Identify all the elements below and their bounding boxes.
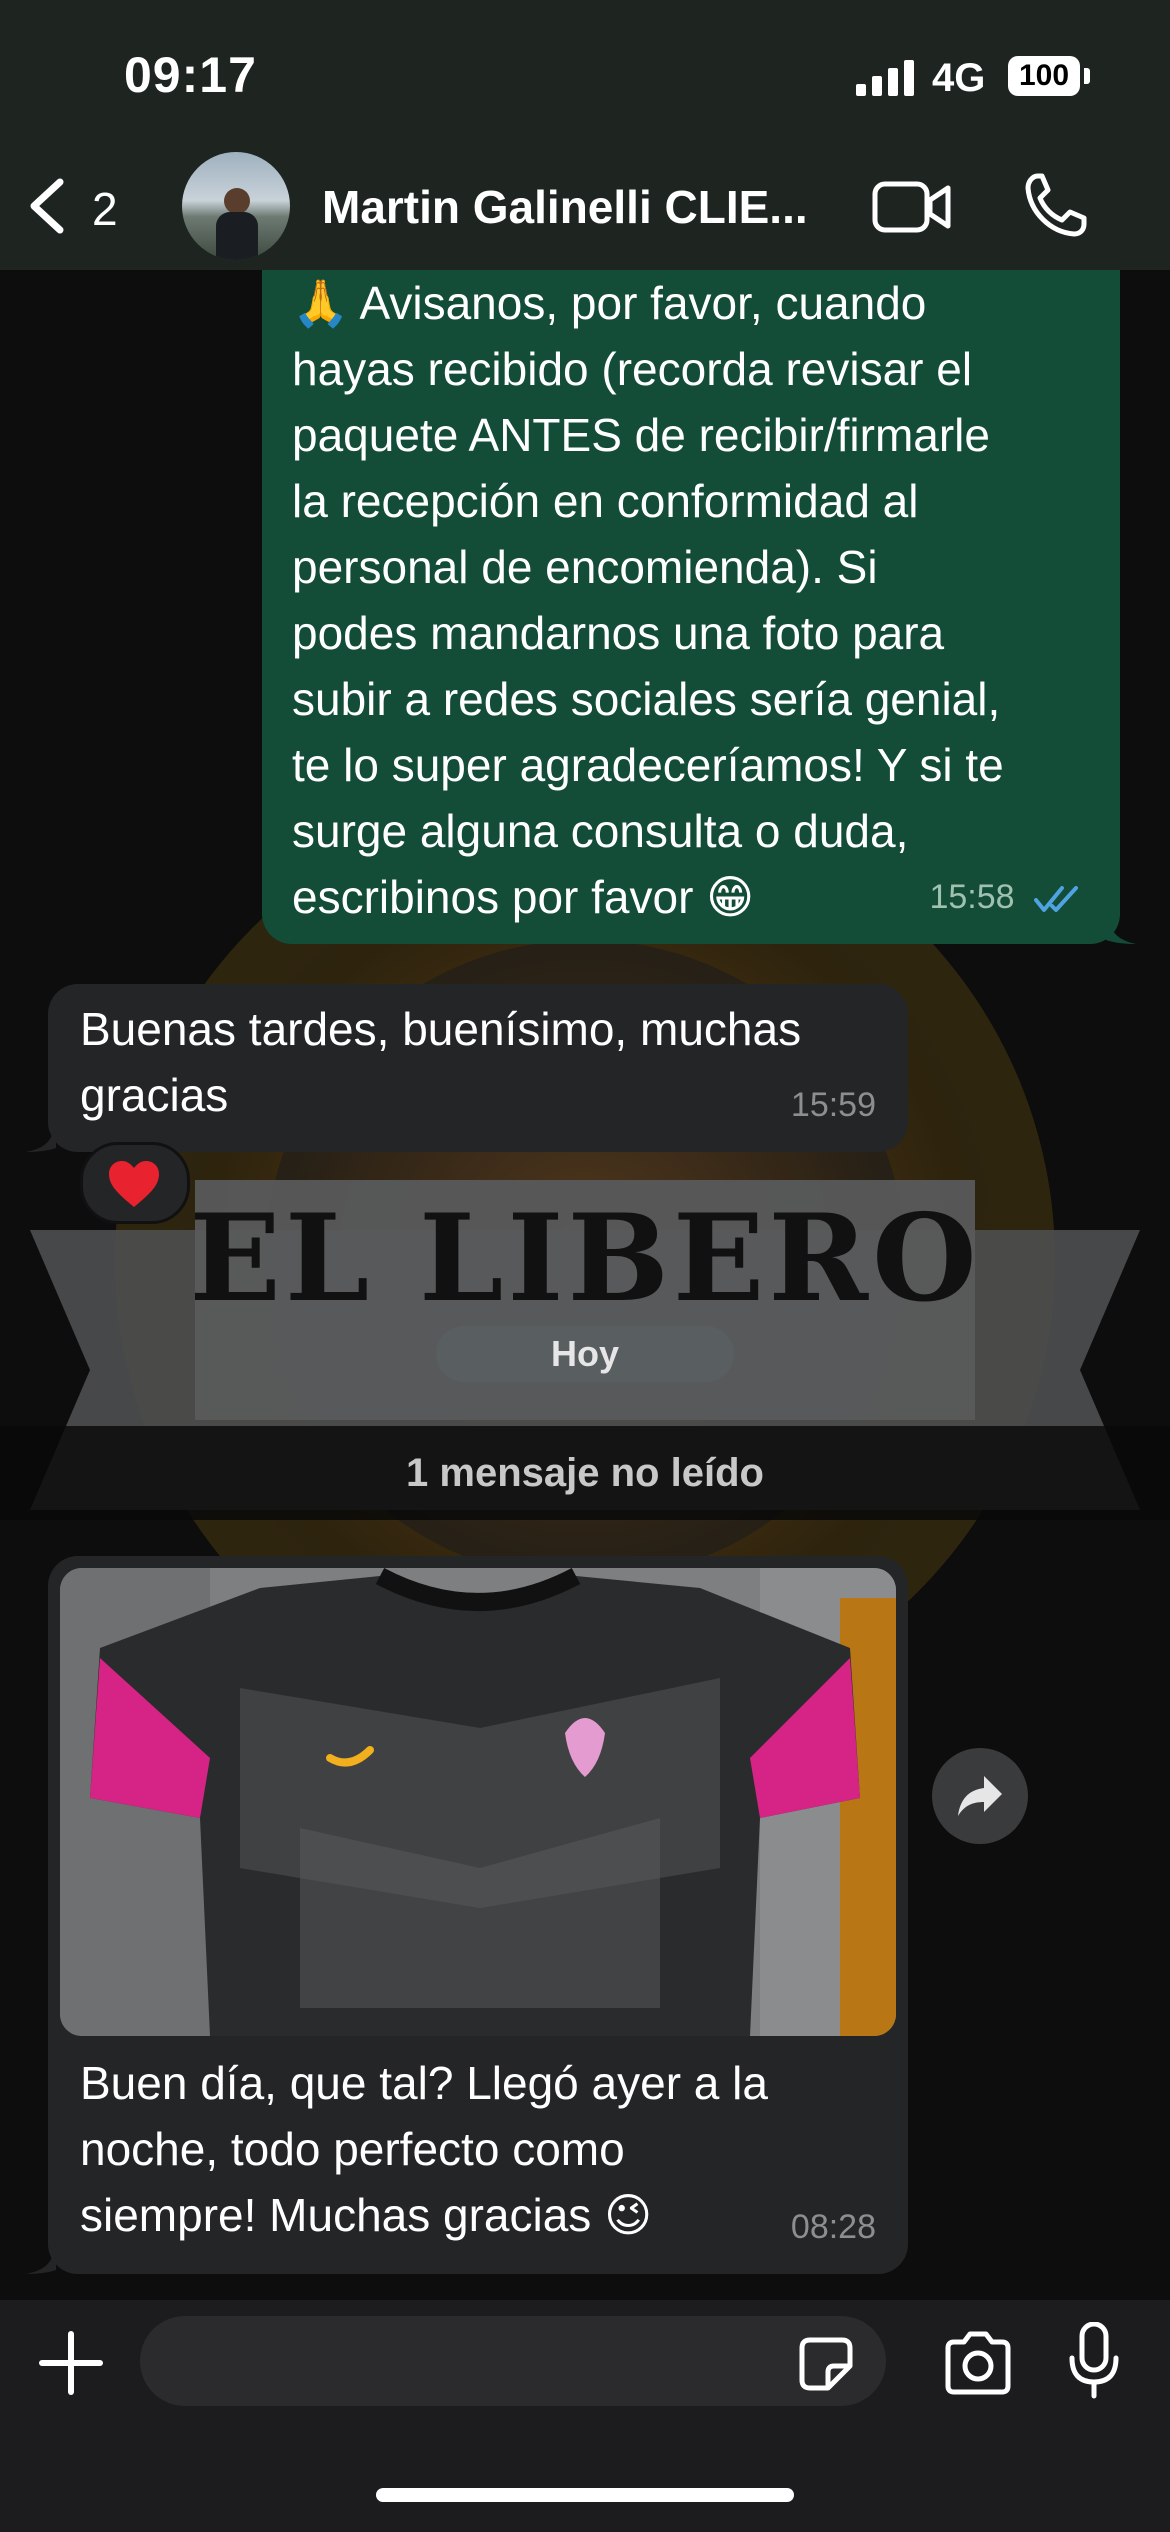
battery-tip — [1084, 68, 1090, 84]
camera-icon[interactable] — [942, 2330, 1014, 2396]
contact-avatar[interactable] — [182, 152, 290, 260]
back-chevron-icon[interactable] — [22, 176, 72, 236]
outgoing-bubble-tail — [1106, 900, 1136, 944]
phone-call-icon[interactable] — [1024, 172, 1088, 238]
incoming-photo-message[interactable]: Buen día, que tal? Llegó ayer a la noche… — [48, 1556, 908, 2274]
message-time: 08:28 — [790, 2208, 876, 2246]
incoming-bubble-tail — [26, 1112, 56, 1152]
home-indicator[interactable] — [376, 2488, 794, 2502]
network-type: 4G — [932, 56, 986, 100]
message-input[interactable] — [140, 2316, 886, 2406]
day-separator: Hoy — [436, 1326, 734, 1382]
status-time: 09:17 — [124, 47, 257, 103]
video-call-icon[interactable] — [872, 178, 952, 236]
incoming-message[interactable]: Buenas tardes, buenísimo, muchas gracias… — [48, 984, 908, 1152]
jersey-photo[interactable] — [60, 1568, 896, 2036]
message-meta: 15:58 — [929, 864, 1082, 930]
incoming-bubble-tail — [26, 2234, 56, 2274]
battery-indicator: 100 — [1008, 56, 1080, 96]
read-double-check-icon — [1034, 886, 1078, 913]
message-text: 🙏 Avisanos, por favor, cuando hayas reci… — [292, 277, 1004, 923]
message-text: Buenas tardes, buenísimo, muchas gracias — [80, 1003, 802, 1121]
forward-arrow-icon — [958, 1776, 1002, 1816]
heart-reaction-icon — [109, 1161, 159, 1207]
sticker-icon[interactable] — [798, 2336, 854, 2392]
wallpaper-brand-text: EL LIBERO — [189, 1188, 980, 1329]
plus-icon[interactable] — [38, 2330, 104, 2396]
signal-icon — [856, 60, 914, 96]
forward-button[interactable] — [932, 1748, 1028, 1844]
back-unread-count[interactable]: 2 — [92, 182, 118, 236]
microphone-icon[interactable] — [1068, 2322, 1120, 2400]
message-time: 15:59 — [790, 1086, 876, 1124]
outgoing-message[interactable]: 🙏 Avisanos, por favor, cuando hayas reci… — [262, 270, 1120, 944]
message-reaction[interactable] — [80, 1142, 190, 1224]
contact-name[interactable]: Martin Galinelli CLIE... — [322, 180, 808, 234]
message-time: 15:58 — [929, 878, 1015, 916]
message-text: Buen día, que tal? Llegó ayer a la noche… — [80, 2057, 768, 2241]
unread-messages-banner: 1 mensaje no leído — [0, 1426, 1170, 1520]
